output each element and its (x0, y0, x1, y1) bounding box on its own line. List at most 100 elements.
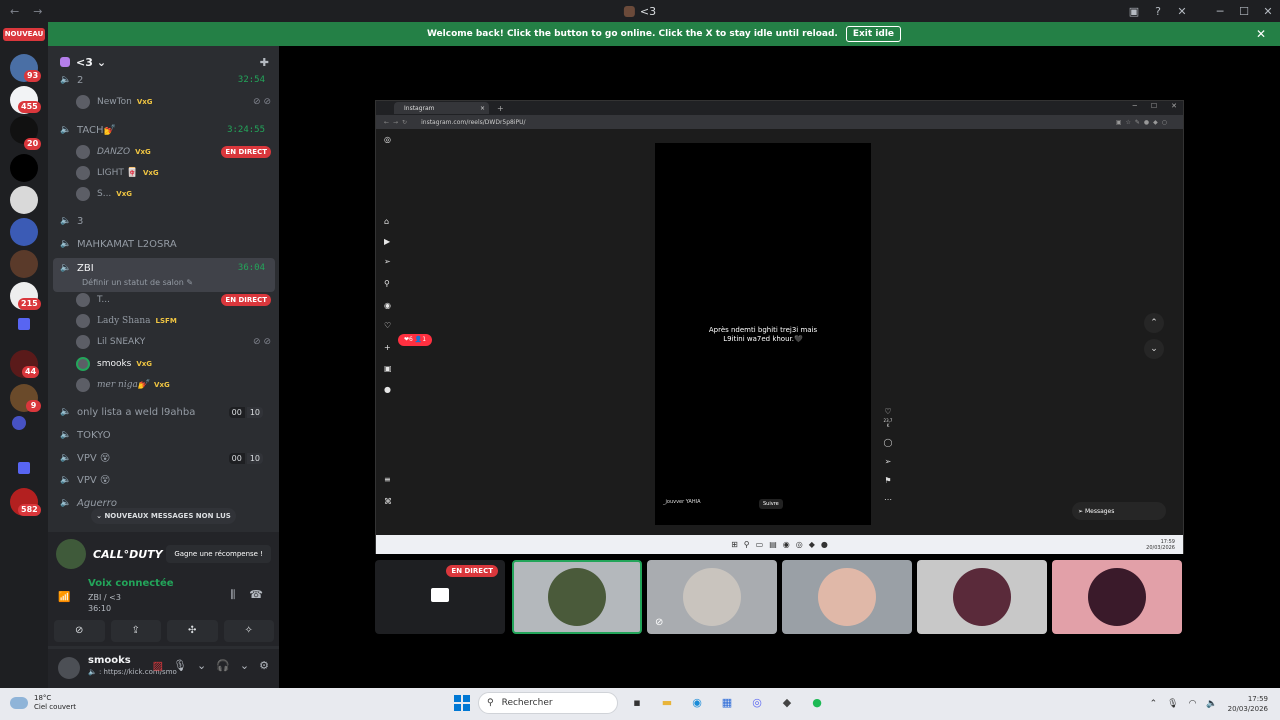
forward-icon[interactable]: → (33, 5, 42, 18)
voice-channel[interactable]: 🔈 TACH💅 3:24:55 (53, 120, 275, 140)
game-promo[interactable]: CALL°DUTY Gagne une récompense ! (48, 532, 279, 576)
disconnect-icon[interactable]: ☎ (249, 588, 263, 602)
live-badge[interactable]: EN DIRECT (221, 294, 271, 306)
back-icon[interactable]: ← (10, 5, 19, 18)
voice-channel-active[interactable]: 🔈 ZBI 36:04 Définir un statut de salon ✎ (53, 258, 275, 292)
taskview-icon[interactable]: ▪ (626, 692, 648, 714)
reward-button[interactable]: Gagne une récompense ! (166, 545, 271, 563)
voice-channel[interactable]: 🔈 MAHKAMAT L2OSRA (53, 234, 275, 254)
close-button[interactable]: ✕ (1256, 5, 1280, 18)
remote-clock: 17:59 20/03/2026 (1146, 538, 1175, 551)
avatar (76, 145, 90, 159)
voice-channel[interactable]: 🔈 2 32:54 (53, 70, 275, 90)
chevron-down-icon[interactable]: ⌄ (197, 659, 206, 672)
channel-status[interactable]: Définir un statut de salon ✎ (82, 278, 193, 287)
activities-button[interactable]: ✣ (167, 620, 218, 642)
wifi-icon[interactable]: ◠ (1189, 699, 1197, 709)
avatar (683, 568, 741, 626)
noise-suppression-icon[interactable]: ⫼ (230, 588, 235, 602)
taskbar-clock[interactable]: 17:59 20/03/2026 (1228, 694, 1268, 714)
participant-tiles: EN DIRECT ⊘ (375, 560, 1184, 636)
help-icon[interactable]: ? (1146, 5, 1170, 18)
signal-icon[interactable]: 📶 (58, 592, 70, 603)
cast-icon[interactable]: ▣ (1122, 5, 1146, 18)
spotify-icon[interactable]: ● (806, 692, 828, 714)
voice-user[interactable]: Lil SNEAKY ⊘ ⊘ (76, 332, 271, 352)
voice-user[interactable]: Lady Shana LSFM (76, 311, 271, 331)
edge-icon[interactable]: ◉ (686, 692, 708, 714)
server-icon[interactable] (10, 186, 38, 214)
participant-tile[interactable]: ⊘ (647, 560, 777, 634)
voice-status[interactable]: Voix connectée (88, 578, 174, 589)
voice-channel[interactable]: 🔈 VPV 😵 00 10 (53, 448, 275, 468)
close-icon: × (479, 104, 485, 112)
browser-window-buttons: ─ ☐ ✕ (1132, 102, 1177, 110)
soundboard-button[interactable]: ✧ (223, 620, 274, 642)
app-icon[interactable]: ◆ (776, 692, 798, 714)
avatar[interactable] (58, 657, 80, 679)
microphone-icon[interactable]: 🎙 (173, 659, 187, 672)
voice-user[interactable]: DANZO VxG EN DIRECT (76, 142, 271, 162)
voice-channel-path[interactable]: ZBI / <3 (88, 593, 121, 602)
voice-user-self[interactable]: smooks VxG (76, 354, 271, 374)
server-icon[interactable] (10, 154, 38, 182)
voice-user[interactable]: NewTon VxG ⊘ ⊘ (76, 92, 271, 112)
channel-name: ZBI (77, 263, 94, 274)
microphone-icon[interactable]: 🎙 (1167, 699, 1178, 709)
speaker-icon: 🔈 (60, 125, 72, 135)
stream-icon[interactable]: ▨ (153, 659, 163, 672)
shared-screen[interactable]: Instagram × + ─ ☐ ✕ ←→↻ instagram.com/reel… (375, 100, 1184, 554)
camera-off-button[interactable]: ⊘ (54, 620, 105, 642)
chevron-up-icon[interactable]: ⌃ (1150, 699, 1158, 709)
voice-channel[interactable]: 🔈 3 (53, 211, 275, 231)
taskview-icon: ▭ (755, 540, 764, 549)
headphones-icon[interactable]: 🎧 (216, 659, 230, 672)
voice-user[interactable]: T... EN DIRECT (76, 290, 271, 310)
discord-icon[interactable]: ◎ (746, 692, 768, 714)
voice-user[interactable]: LIGHT 🀄 VxG (76, 163, 271, 183)
send-icon: ➢ (1078, 507, 1084, 515)
exit-idle-button[interactable]: Exit idle (845, 26, 902, 42)
user-name[interactable]: smooks (88, 655, 131, 666)
voice-user[interactable]: S... VxG (76, 184, 271, 204)
minimize-button[interactable]: ─ (1208, 5, 1232, 18)
instagram-icon: ◎ (384, 135, 391, 144)
add-member-icon[interactable]: ✚ (260, 56, 269, 69)
chevron-down-icon[interactable]: ⌄ (240, 659, 249, 672)
live-badge[interactable]: EN DIRECT (221, 146, 271, 158)
folder-icon[interactable] (18, 318, 30, 330)
gear-icon[interactable]: ⚙ (259, 659, 269, 672)
share-screen-button[interactable]: ⇪ (110, 620, 161, 642)
folder-icon[interactable] (18, 462, 30, 474)
dashboard-icon: ▣ (384, 364, 392, 373)
voice-channel[interactable]: 🔈 TOKYO (53, 425, 275, 445)
file-explorer-icon[interactable]: ▬ (656, 692, 678, 714)
avatar (76, 293, 90, 307)
participant-tile[interactable] (1052, 560, 1182, 634)
search-icon: ⚲ (384, 279, 390, 288)
comment-icon: ◯ (883, 438, 893, 447)
new-badge[interactable]: NOUVEAU (3, 28, 45, 41)
voice-channel[interactable]: 🔈 VPV 😵 (53, 470, 275, 490)
weather-widget[interactable]: 18°C Ciel couvert (10, 694, 76, 712)
participant-tile[interactable] (917, 560, 1047, 634)
server-icon[interactable] (10, 218, 38, 246)
store-icon[interactable]: ▦ (716, 692, 738, 714)
avatar (76, 378, 90, 392)
voice-channel[interactable]: 🔈 only lista a weld l9ahba 00 10 (53, 402, 275, 422)
tools-icon[interactable]: ✕ (1170, 5, 1194, 18)
home-icon: ⌂ (384, 217, 390, 226)
start-icon[interactable] (454, 695, 470, 711)
close-icon[interactable]: ✕ (1256, 27, 1266, 41)
server-icon[interactable] (12, 416, 26, 430)
stream-tile[interactable]: EN DIRECT (375, 560, 505, 634)
maximize-button[interactable]: ☐ (1232, 5, 1256, 18)
unread-messages-pill[interactable]: ⌄ NOUVEAUX MESSAGES NON LUS (91, 508, 236, 524)
participant-tile[interactable] (512, 560, 642, 634)
taskbar-search[interactable]: ⚲ Rechercher (478, 692, 618, 714)
voice-user[interactable]: mer nigа💅 VxG (76, 375, 271, 395)
participant-tile[interactable] (782, 560, 912, 634)
server-icon[interactable] (10, 250, 38, 278)
volume-icon[interactable]: 🔈 (1206, 699, 1217, 709)
user-tag: LSFM (155, 317, 177, 325)
